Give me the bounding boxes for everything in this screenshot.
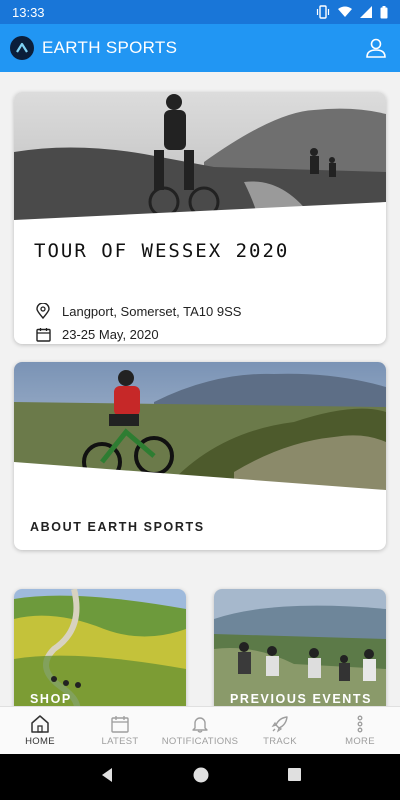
previous-events-tile[interactable]: PREVIOUS EVENTS: [214, 589, 386, 706]
previous-events-label: PREVIOUS EVENTS: [230, 692, 373, 706]
nav-latest[interactable]: LATEST: [80, 707, 160, 754]
location-pin-icon: [34, 302, 52, 320]
recents-button[interactable]: [287, 767, 302, 787]
status-bar: 13:33: [0, 0, 400, 24]
shop-photo: [14, 589, 186, 706]
event-dates-text: 23-25 May, 2020: [62, 326, 159, 342]
event-photo: [14, 92, 386, 220]
home-system-button[interactable]: [192, 766, 210, 789]
calendar-icon: [111, 715, 129, 733]
signal-icon: [360, 6, 372, 18]
event-dates: 23-25 May, 2020: [34, 325, 159, 343]
bottom-navigation: HOME LATEST NOTIFICATIONS TRACK MORE: [0, 706, 400, 754]
system-navigation-bar: [0, 754, 400, 800]
status-time: 13:33: [12, 4, 45, 20]
battery-icon: [380, 5, 388, 19]
event-location: Langport, Somerset, TA10 9SS: [34, 302, 241, 320]
app-bar: EARTH SPORTS: [0, 24, 400, 72]
earth-sports-logo-icon: [10, 36, 34, 60]
about-card[interactable]: ABOUT EARTH SPORTS: [14, 362, 386, 550]
account-icon: [366, 38, 386, 58]
recents-square-icon: [287, 768, 301, 781]
nav-notifications[interactable]: NOTIFICATIONS: [160, 707, 240, 754]
nav-latest-label: LATEST: [101, 735, 139, 747]
app-title: EARTH SPORTS: [42, 38, 178, 57]
nav-home[interactable]: HOME: [0, 707, 80, 754]
account-button[interactable]: [362, 34, 390, 62]
about-label: ABOUT EARTH SPORTS: [30, 520, 205, 534]
nav-home-label: HOME: [25, 735, 55, 747]
event-title: TOUR OF WESSEX 2020: [34, 240, 290, 262]
nav-more[interactable]: MORE: [320, 707, 400, 754]
more-vert-icon: [357, 715, 363, 732]
nav-track[interactable]: TRACK: [240, 707, 320, 754]
nav-track-label: TRACK: [263, 735, 297, 747]
wifi-icon: [338, 6, 352, 18]
nav-more-label: MORE: [345, 735, 375, 747]
calendar-icon: [34, 325, 52, 343]
about-photo: [14, 362, 386, 490]
previous-events-photo: [214, 589, 386, 706]
event-location-text: Langport, Somerset, TA10 9SS: [62, 303, 242, 319]
home-circle-icon: [193, 767, 208, 782]
home-icon: [31, 714, 49, 733]
back-icon: [101, 767, 112, 782]
bell-icon: [192, 716, 208, 733]
status-icons: [316, 5, 388, 19]
shop-tile[interactable]: SHOP: [14, 589, 186, 706]
nav-notifications-label: NOTIFICATIONS: [161, 735, 239, 747]
shop-label: SHOP: [30, 692, 72, 706]
rocket-icon: [271, 715, 288, 732]
vibrate-icon: [316, 5, 330, 19]
home-feed[interactable]: TOUR OF WESSEX 2020 Langport, Somerset, …: [0, 72, 400, 706]
back-button[interactable]: [99, 767, 115, 788]
featured-event-card[interactable]: TOUR OF WESSEX 2020 Langport, Somerset, …: [14, 92, 386, 344]
